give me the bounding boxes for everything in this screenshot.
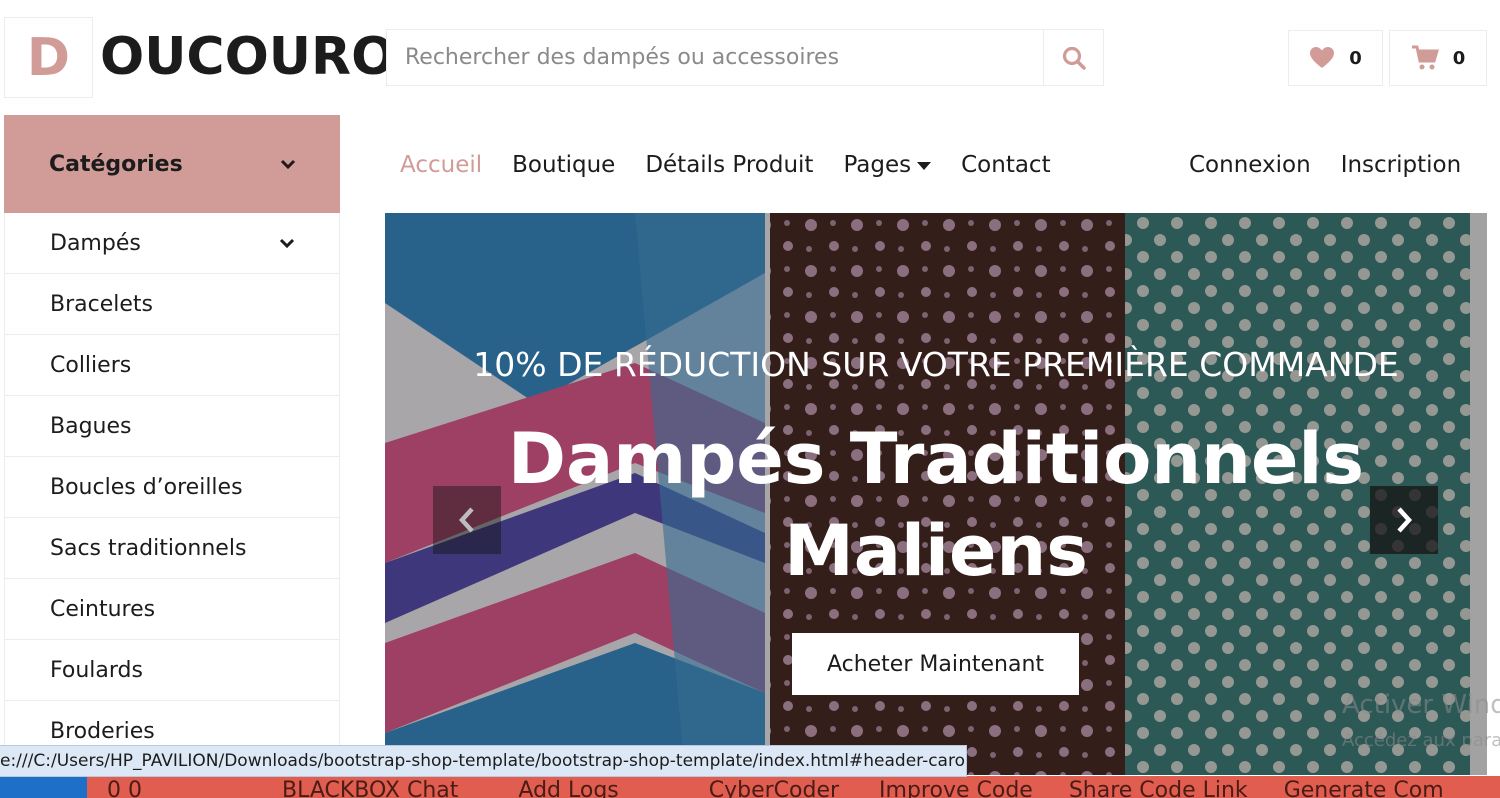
share-code-link-button[interactable]: Share Code Link xyxy=(1069,780,1248,798)
category-item-bagues[interactable]: Bagues xyxy=(5,396,339,457)
caret-down-icon xyxy=(917,161,932,170)
nav-pages-label: Pages xyxy=(843,152,912,178)
categories-toggle[interactable]: Catégories xyxy=(4,115,340,213)
chevron-left-icon xyxy=(458,507,474,533)
register-link[interactable]: Inscription xyxy=(1341,152,1462,178)
login-link[interactable]: Connexion xyxy=(1189,152,1311,178)
shop-now-button[interactable]: Acheter Maintenant xyxy=(792,633,1079,695)
problems-count[interactable]: 0 0 xyxy=(107,780,142,798)
nav-link-accueil[interactable]: Accueil xyxy=(400,152,482,178)
add-logs-button[interactable]: Add Logs xyxy=(518,780,618,798)
carousel-title: Dampés Traditionnels Maliens xyxy=(507,418,1365,592)
windows-activation-subtitle: Accédez aux paramètres xyxy=(1342,730,1500,751)
search-button[interactable] xyxy=(1043,30,1103,85)
heart-icon xyxy=(1310,47,1335,68)
cart-icon xyxy=(1411,45,1439,70)
category-item-colliers[interactable]: Colliers xyxy=(5,335,339,396)
category-item-ceintures[interactable]: Ceintures xyxy=(5,579,339,640)
generate-commit-button[interactable]: Generate Com xyxy=(1284,780,1444,798)
category-item-sacs[interactable]: Sacs traditionnels xyxy=(5,518,339,579)
nav-link-details-produit[interactable]: Détails Produit xyxy=(645,152,813,178)
link-hover-url: e:///C:/Users/HP_PAVILION/Downloads/boot… xyxy=(0,745,967,777)
category-label: Bracelets xyxy=(50,291,153,317)
main-nav: Accueil Boutique Détails Produit Pages C… xyxy=(400,140,1051,190)
categories-title: Catégories xyxy=(49,151,183,177)
chevron-down-icon xyxy=(280,159,296,170)
nav-link-pages[interactable]: Pages xyxy=(843,152,932,178)
chevron-down-icon xyxy=(279,238,295,249)
category-list: Dampés Bracelets Colliers Bagues Boucles… xyxy=(4,213,340,762)
nav-link-contact[interactable]: Contact xyxy=(961,152,1050,178)
category-label: Sacs traditionnels xyxy=(50,535,247,561)
carousel-next-button[interactable] xyxy=(1370,486,1438,554)
category-label: Bagues xyxy=(50,413,132,439)
wishlist-button[interactable]: 0 xyxy=(1288,30,1383,86)
cart-button[interactable]: 0 xyxy=(1389,30,1487,86)
category-label: Colliers xyxy=(50,352,132,378)
category-item-bracelets[interactable]: Bracelets xyxy=(5,274,339,335)
category-label: Boucles d’oreilles xyxy=(50,474,243,500)
search-input[interactable] xyxy=(387,30,1043,85)
improve-code-button[interactable]: Improve Code xyxy=(879,780,1033,798)
carousel-prev-button[interactable] xyxy=(433,486,501,554)
carousel-promo-text: 10% DE RÉDUCTION SUR VOTRE PREMIÈRE COMM… xyxy=(473,345,1399,384)
blackbox-chat-button[interactable]: BLACKBOX Chat xyxy=(282,780,458,798)
category-item-boucles[interactable]: Boucles d’oreilles xyxy=(5,457,339,518)
remote-indicator[interactable] xyxy=(0,776,87,798)
auth-nav: Connexion Inscription xyxy=(1189,140,1461,190)
category-item-foulards[interactable]: Foulards xyxy=(5,640,339,701)
category-label: Broderies xyxy=(50,718,155,744)
wishlist-count: 0 xyxy=(1349,47,1362,69)
category-label: Foulards xyxy=(50,657,143,683)
search-bar xyxy=(386,29,1104,86)
category-label: Dampés xyxy=(50,230,141,256)
cart-count: 0 xyxy=(1452,47,1466,69)
chevron-right-icon xyxy=(1397,507,1413,533)
brand-name[interactable]: OUCOURO xyxy=(100,24,386,90)
header-carousel: 10% DE RÉDUCTION SUR VOTRE PREMIÈRE COMM… xyxy=(385,213,1487,775)
editor-status-bar: 0 0 BLACKBOX Chat Add Logs CyberCoder Im… xyxy=(0,776,1500,798)
search-icon xyxy=(1062,46,1086,70)
category-label: Ceintures xyxy=(50,596,156,622)
cybercoder-button[interactable]: CyberCoder xyxy=(709,780,839,798)
windows-activation-title: Activer Windows xyxy=(1342,690,1500,720)
category-item-dampes[interactable]: Dampés xyxy=(5,213,339,274)
nav-link-boutique[interactable]: Boutique xyxy=(512,152,615,178)
logo-mark[interactable]: D xyxy=(4,17,93,98)
